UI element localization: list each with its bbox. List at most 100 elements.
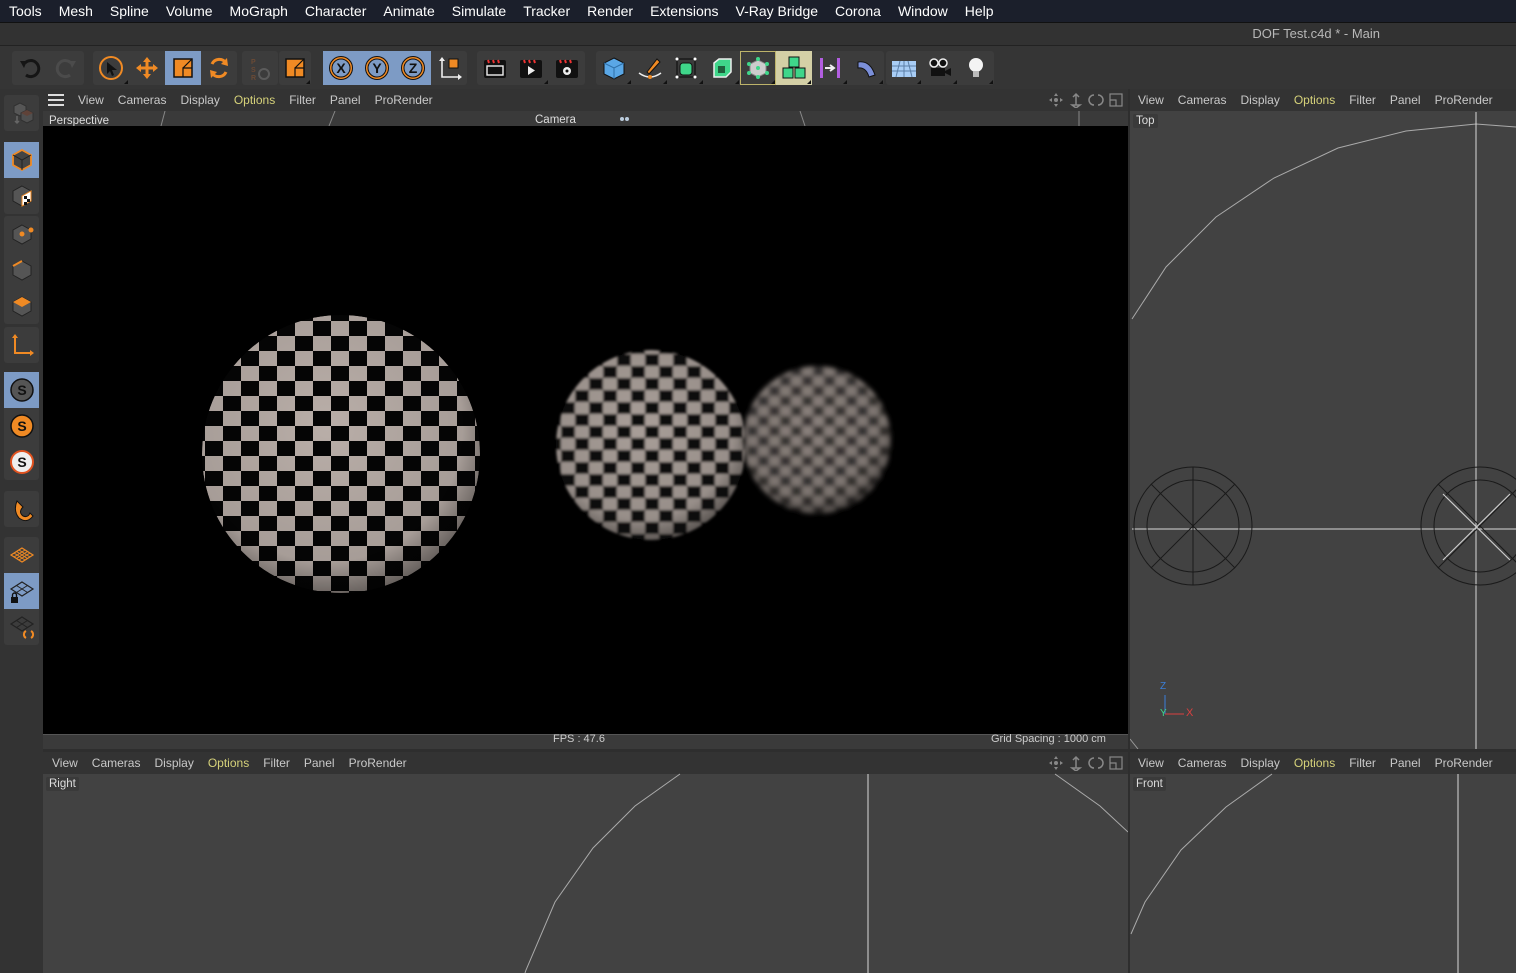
viewport-menu-options[interactable]: Options [234, 93, 275, 107]
viewport-menu-filter[interactable]: Filter [289, 93, 316, 107]
menu-volume[interactable]: Volume [157, 0, 221, 22]
texture-mode-button[interactable] [4, 178, 39, 214]
render-settings-button[interactable] [549, 51, 585, 85]
scale-button[interactable] [165, 51, 201, 85]
coordinate-system-button[interactable] [431, 51, 467, 85]
locked-workplane-button[interactable] [4, 573, 39, 609]
recent-tools-group [279, 51, 311, 85]
component-mode-group [4, 216, 39, 324]
floor-button[interactable] [886, 51, 922, 85]
menu-mograph[interactable]: MoGraph [221, 0, 296, 22]
menu-character[interactable]: Character [296, 0, 374, 22]
maximize-viewport-icon[interactable] [1108, 92, 1124, 108]
menu-help[interactable]: Help [956, 0, 1002, 22]
bend-button[interactable] [848, 51, 884, 85]
recent-tool-button[interactable] [279, 51, 311, 85]
workplane-button[interactable] [4, 537, 39, 573]
live-selection-button[interactable] [93, 51, 129, 85]
y-axis-lock-button[interactable]: Y [359, 51, 395, 85]
viewport-menu-perspective: View Cameras Display Options Filter Pane… [43, 89, 1128, 111]
z-axis-lock-icon: Z [401, 56, 425, 80]
extrude-button[interactable] [704, 51, 740, 85]
solo-single-button[interactable]: S [4, 408, 39, 444]
svg-text:Y: Y [372, 60, 382, 76]
cloner-button[interactable] [776, 51, 812, 85]
model-mode-icon [11, 148, 32, 172]
cube-button[interactable] [596, 51, 632, 85]
deformer-button[interactable] [740, 51, 776, 85]
redo-button[interactable] [48, 51, 84, 85]
solo-hierarchy-button[interactable]: S [4, 444, 39, 480]
pan-icon[interactable] [1048, 92, 1064, 108]
make-editable-button[interactable] [4, 95, 39, 131]
model-mode-button[interactable] [4, 142, 39, 178]
menu-mesh[interactable]: Mesh [50, 0, 101, 22]
axis-label-z: Z [1160, 681, 1167, 692]
render-view-button[interactable] [477, 51, 513, 85]
menu-animate[interactable]: Animate [374, 0, 442, 22]
zoom-dolly-icon[interactable] [1068, 92, 1084, 108]
menu-tools[interactable]: Tools [0, 0, 50, 22]
make-editable-group [4, 95, 39, 131]
viewport-right[interactable]: View Cameras Display Options Filter Pane… [43, 752, 1128, 973]
symmetry-button[interactable] [812, 51, 848, 85]
render-to-picture-viewer-button[interactable] [513, 51, 549, 85]
sphere-in-focus [202, 315, 480, 593]
viewport-menu-prorender[interactable]: ProRender [375, 93, 433, 107]
viewport-label-top: Top [1133, 114, 1158, 128]
fps-readout: FPS : 47.6 [553, 733, 605, 745]
snap-button[interactable] [4, 491, 39, 527]
viewport-front[interactable]: View Cameras Display Options Filter Pane… [1130, 752, 1516, 973]
viewport-menu-display[interactable]: Display [180, 93, 219, 107]
objects-group [596, 51, 884, 85]
menu-window[interactable]: Window [889, 0, 956, 22]
snap-icon [14, 500, 34, 522]
menu-v-ray-bridge[interactable]: V-Ray Bridge [727, 0, 826, 22]
psr-lock-button[interactable]: PSR [242, 51, 278, 85]
render-to-picture-viewer-icon [520, 59, 542, 78]
locked-workplane-icon [9, 581, 34, 603]
undo-button[interactable] [12, 51, 48, 85]
rotate-button[interactable] [201, 51, 237, 85]
orbit-icon[interactable] [1088, 92, 1104, 108]
axis-mode-button[interactable] [4, 327, 39, 363]
solo-off-button[interactable]: S [4, 372, 39, 408]
menu-render[interactable]: Render [578, 0, 641, 22]
svg-text:S: S [17, 382, 26, 398]
subdivision-surface-button[interactable] [668, 51, 704, 85]
viewport-menu-panel[interactable]: Panel [330, 93, 361, 107]
menu-bar: Tools Mesh Spline Volume MoGraph Character Ani… [0, 0, 1516, 22]
axis-mode-icon [11, 334, 34, 356]
undo-icon [20, 59, 41, 79]
edges-mode-button[interactable] [4, 252, 39, 288]
points-mode-button[interactable] [4, 216, 39, 252]
viewport-menu-view[interactable]: View [78, 93, 104, 107]
menu-spline[interactable]: Spline [101, 0, 157, 22]
workplane-align-icon [9, 616, 34, 639]
x-axis-lock-button[interactable]: X [323, 51, 359, 85]
pen-button[interactable] [632, 51, 668, 85]
z-axis-lock-button[interactable]: Z [395, 51, 431, 85]
x-axis-lock-icon: X [329, 56, 353, 80]
camera-button[interactable] [922, 51, 958, 85]
viewport-top[interactable]: View Cameras Display Options Filter Pane… [1130, 89, 1516, 749]
cube-icon [603, 57, 625, 80]
snap-group [4, 491, 39, 527]
polygons-mode-button[interactable] [4, 288, 39, 324]
viewport-perspective[interactable]: View Cameras Display Options Filter Pane… [43, 89, 1128, 749]
symmetry-icon [820, 58, 840, 78]
workplane-align-button[interactable] [4, 609, 39, 645]
menu-corona[interactable]: Corona [826, 0, 889, 22]
menu-simulate[interactable]: Simulate [443, 0, 514, 22]
psr-lock-icon: PSR [251, 59, 270, 81]
workplane-icon [9, 547, 34, 563]
deformer-icon [747, 57, 769, 79]
solo-group: S S S [4, 372, 39, 480]
move-button[interactable] [129, 51, 165, 85]
menu-tracker[interactable]: Tracker [514, 0, 578, 22]
light-button[interactable] [958, 51, 994, 85]
menu-extensions[interactable]: Extensions [641, 0, 726, 22]
hamburger-menu-icon[interactable] [48, 94, 64, 106]
points-mode-icon [12, 224, 33, 245]
viewport-menu-cameras[interactable]: Cameras [118, 93, 167, 107]
